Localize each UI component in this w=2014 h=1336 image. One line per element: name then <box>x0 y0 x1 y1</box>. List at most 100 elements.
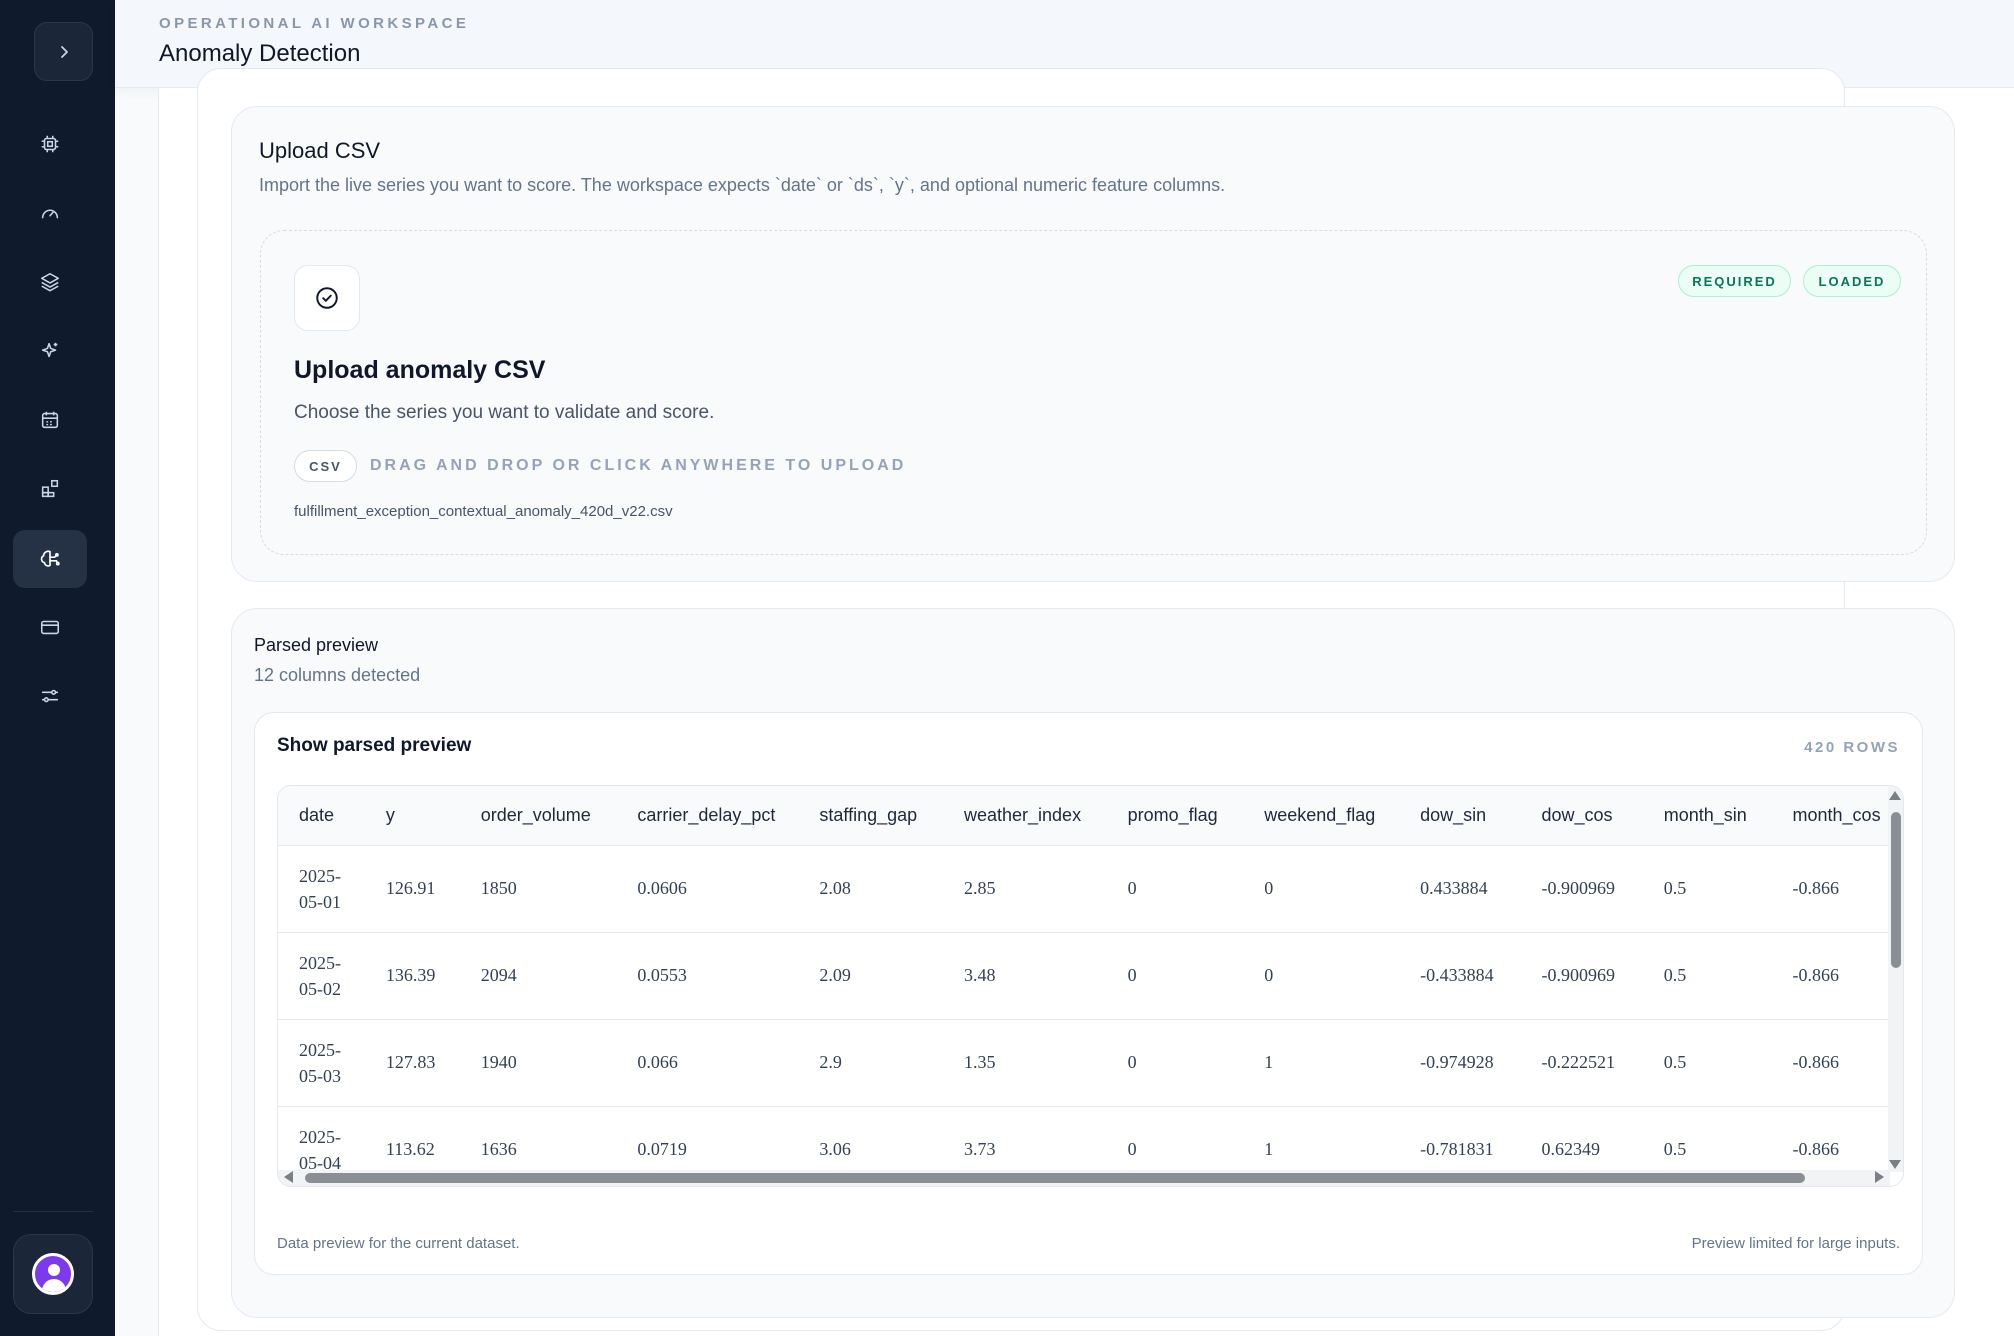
table-cell: -0.900969 <box>1520 845 1643 933</box>
table-row: 2025-05-01 126.91 1850 0.0606 2.08 2.85 … <box>278 845 1890 933</box>
sidebar-item-sparkles[interactable] <box>13 322 87 380</box>
table-cell: 2025-05-04 <box>278 1106 365 1172</box>
sidebar-item-calendar[interactable] <box>13 391 87 449</box>
parsed-preview-section: Parsed preview 12 columns detected Show … <box>231 608 1955 1318</box>
blocks-icon <box>41 479 59 498</box>
table-cell: 127.83 <box>364 1019 460 1107</box>
table-cell: 0.066 <box>616 1019 799 1107</box>
upload-status-icon-box <box>294 265 360 331</box>
table-cell: 3.73 <box>942 1106 1107 1172</box>
scroll-down-arrow-icon[interactable] <box>1889 1160 1901 1169</box>
vertical-scrollbar[interactable] <box>1888 786 1903 1172</box>
gauge-icon <box>41 209 59 219</box>
scroll-left-arrow-icon[interactable] <box>284 1171 293 1183</box>
table-cell: 0.5 <box>1642 932 1772 1020</box>
table-cell: 0.5 <box>1642 845 1772 933</box>
calendar-icon <box>41 411 59 429</box>
workspace-eyebrow: OPERATIONAL AI WORKSPACE <box>159 15 470 32</box>
dropzone-title: Upload anomaly CSV <box>294 356 546 384</box>
dropzone-hint: DRAG AND DROP OR CLICK ANYWHERE TO UPLOA… <box>370 457 907 474</box>
sidebar-item-cpu[interactable] <box>13 115 87 173</box>
preview-section-title: Parsed preview <box>254 635 379 655</box>
layers-icon <box>40 272 60 292</box>
table-cell: 1850 <box>459 845 617 933</box>
table-cell: 0 <box>1243 932 1400 1020</box>
table-cell: -0.866 <box>1771 932 1890 1020</box>
horizontal-scrollbar[interactable] <box>278 1170 1890 1186</box>
rows-count-label: 420 ROWS <box>1804 739 1900 756</box>
horizontal-scroll-thumb[interactable] <box>305 1173 1805 1183</box>
avatar <box>32 1253 74 1295</box>
table-cell: 2.09 <box>798 932 943 1020</box>
table-cell: 0.433884 <box>1399 845 1521 933</box>
credit-card-icon <box>40 620 60 635</box>
table-cell: 126.91 <box>364 845 460 933</box>
table-cell: -0.866 <box>1771 1019 1890 1107</box>
sidebar-item-layers[interactable] <box>13 253 87 311</box>
table-cell: 0 <box>1106 1019 1244 1107</box>
table-cell: -0.781831 <box>1399 1106 1521 1172</box>
show-parsed-preview-toggle[interactable]: Show parsed preview <box>277 735 471 757</box>
sidebar-item-anomaly-detection[interactable] <box>13 530 87 588</box>
table-cell: 2.08 <box>798 845 943 933</box>
table-row: 2025-05-04 113.62 1636 0.0719 3.06 3.73 … <box>278 1106 1890 1172</box>
preview-limit-note: Preview limited for large inputs. <box>1691 1235 1900 1252</box>
table-header-row: date y order_volume carrier_delay_pct st… <box>278 786 1890 846</box>
table-cell: 0 <box>1243 845 1400 933</box>
user-menu-button[interactable] <box>13 1234 93 1314</box>
sidebar-divider <box>13 1211 93 1212</box>
page-title: Anomaly Detection <box>159 40 361 67</box>
table-cell: 2025-05-01 <box>278 845 365 933</box>
dropzone-description: Choose the series you want to validate a… <box>294 402 715 423</box>
table-cell: 0.0719 <box>616 1106 799 1172</box>
table-row: 2025-05-03 127.83 1940 0.066 2.9 1.35 0 … <box>278 1019 1890 1107</box>
table-cell: 2025-05-03 <box>278 1019 365 1107</box>
upload-csv-section: Upload CSV Import the live series you wa… <box>231 106 1955 582</box>
table-row: 2025-05-02 136.39 2094 0.0553 2.09 3.48 … <box>278 932 1890 1020</box>
table-cell: -0.974928 <box>1399 1019 1521 1107</box>
table-cell: 0 <box>1106 845 1244 933</box>
chevron-right-icon <box>60 45 68 58</box>
cpu-icon <box>41 135 59 153</box>
vertical-scroll-thumb[interactable] <box>1891 812 1901 968</box>
sidebar <box>0 0 115 1336</box>
table-cell: 1 <box>1243 1019 1400 1107</box>
sidebar-item-gauge[interactable] <box>13 184 87 242</box>
column-header: order_volume <box>459 786 617 846</box>
table-cell: 0 <box>1106 932 1244 1020</box>
column-header: weekend_flag <box>1243 786 1400 846</box>
csv-dropzone[interactable]: REQUIRED LOADED Upload anomaly CSV Choos… <box>260 230 1927 555</box>
table-cell: 0.5 <box>1642 1106 1772 1172</box>
table-cell: 0.0606 <box>616 845 799 933</box>
column-header: promo_flag <box>1106 786 1244 846</box>
column-header: y <box>364 786 460 846</box>
required-badge: REQUIRED <box>1678 265 1791 297</box>
table-cell: 2025-05-02 <box>278 932 365 1020</box>
column-header: month_cos <box>1771 786 1890 846</box>
main-content: Upload CSV Import the live series you wa… <box>158 68 2014 1336</box>
sidebar-expand-button[interactable] <box>34 22 93 81</box>
preview-table-container[interactable]: date y order_volume carrier_delay_pct st… <box>277 785 1904 1187</box>
column-header: staffing_gap <box>798 786 943 846</box>
upload-section-description: Import the live series you want to score… <box>259 175 1226 195</box>
column-header: weather_index <box>942 786 1107 846</box>
uploaded-filename: fulfillment_exception_contextual_anomaly… <box>294 503 673 520</box>
table-cell: 136.39 <box>364 932 460 1020</box>
column-header: dow_cos <box>1520 786 1643 846</box>
table-cell: 1940 <box>459 1019 617 1107</box>
table-cell: -0.866 <box>1771 1106 1890 1172</box>
sidebar-item-settings[interactable] <box>13 667 87 725</box>
sidebar-item-blocks[interactable] <box>13 460 87 518</box>
scroll-right-arrow-icon[interactable] <box>1875 1171 1884 1183</box>
table-cell: 1 <box>1243 1106 1400 1172</box>
table-cell: 2.85 <box>942 845 1107 933</box>
scroll-up-arrow-icon[interactable] <box>1889 791 1901 800</box>
preview-footer-note: Data preview for the current dataset. <box>277 1235 520 1252</box>
table-cell: -0.433884 <box>1399 932 1521 1020</box>
table-cell: 2094 <box>459 932 617 1020</box>
preview-table: date y order_volume carrier_delay_pct st… <box>278 786 1890 1172</box>
table-cell: 3.48 <box>942 932 1107 1020</box>
table-cell: 0.5 <box>1642 1019 1772 1107</box>
table-cell: 1636 <box>459 1106 617 1172</box>
sidebar-item-billing[interactable] <box>13 598 87 656</box>
